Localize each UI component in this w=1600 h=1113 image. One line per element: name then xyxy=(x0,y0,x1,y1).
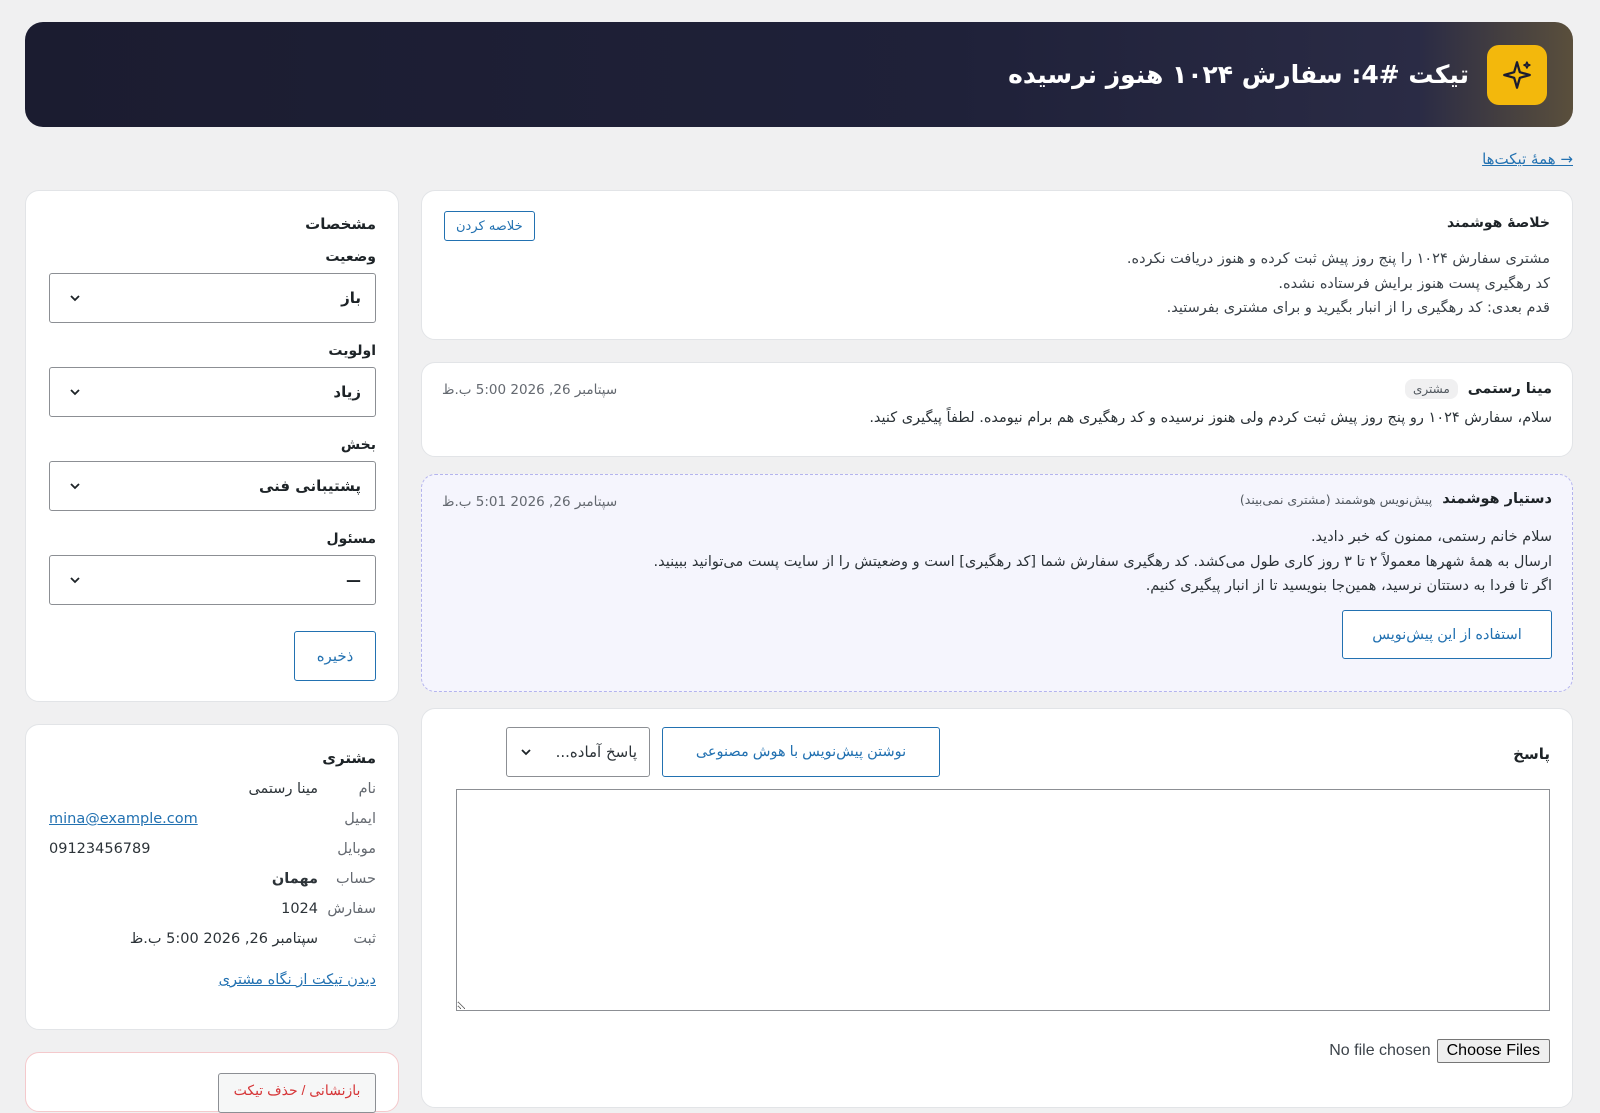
priority-value: زیاد xyxy=(333,383,361,401)
customer-row-account: حساب مهمان xyxy=(272,871,376,887)
status-label: وضعیت xyxy=(325,249,376,265)
customer-field-label: نام xyxy=(358,781,376,797)
assignee-select[interactable]: — xyxy=(49,555,376,605)
view-as-customer-link[interactable]: دیدن تیکت از نگاه مشتری xyxy=(219,972,376,988)
ai-draft-line: سلام خانم رستمی، ممنون که خبر دادید. xyxy=(1310,529,1552,545)
no-file-text: No file chosen xyxy=(1329,1042,1431,1059)
smart-summary-card: خلاصهٔ هوشمند خلاصه کردن مشتری سفارش ۱۰۲… xyxy=(421,190,1573,340)
choose-files-button[interactable]: Choose Files xyxy=(1436,1039,1550,1063)
summary-line: قدم بعدی: کد رهگیری را از انبار بگیرید و… xyxy=(1166,300,1550,316)
customer-name: مینا رستمی xyxy=(248,781,318,797)
page-title: تیکت #4: سفارش ۱۰۲۴ هنوز نرسیده xyxy=(1008,60,1469,89)
customer-title: مشتری xyxy=(322,749,376,767)
customer-mobile: 09123456789 xyxy=(49,841,151,857)
summary-text: مشتری سفارش ۱۰۲۴ را پنج روز پیش ثبت کرده… xyxy=(1127,247,1550,321)
properties-card: مشخصات وضعیت باز اولویت زیاد بخش پشتیبان… xyxy=(25,190,399,702)
customer-field-label: سفارش xyxy=(327,901,376,917)
reply-textarea[interactable] xyxy=(456,789,1550,1011)
customer-field-label: موبایل xyxy=(337,841,376,857)
ai-draft-line: ارسال به همهٔ شهرها معمولاً ۲ تا ۳ روز ک… xyxy=(653,553,1552,570)
message-author: مینا رستمی xyxy=(1467,381,1552,397)
file-input[interactable]: No file chosen Choose Files xyxy=(1329,1039,1550,1063)
department-value: پشتیبانی فنی xyxy=(258,477,361,495)
message-time: سپتامبر 26, 2026 5:00 ب.ظ xyxy=(442,382,618,398)
customer-row-name: نام مینا رستمی xyxy=(248,781,376,797)
assignee-label: مسئول xyxy=(326,531,376,547)
role-badge: مشتری xyxy=(1404,379,1458,399)
summary-line: مشتری سفارش ۱۰۲۴ را پنج روز پیش ثبت کرده… xyxy=(1126,251,1550,267)
customer-message: مینا رستمی مشتری سپتامبر 26, 2026 5:00 ب… xyxy=(421,362,1573,457)
customer-row-mobile: موبایل 09123456789 xyxy=(49,841,376,857)
chevron-down-icon xyxy=(70,389,80,396)
customer-account: مهمان xyxy=(271,871,318,887)
summary-title: خلاصهٔ هوشمند xyxy=(1446,215,1550,231)
priority-select[interactable]: زیاد xyxy=(49,367,376,417)
status-select[interactable]: باز xyxy=(49,273,376,323)
all-tickets-link[interactable]: → همهٔ تیکت‌ها xyxy=(1482,150,1573,168)
chevron-down-icon xyxy=(70,295,80,302)
ai-draft-body: سلام خانم رستمی، ممنون که خبر دادید. ارس… xyxy=(653,525,1552,599)
ai-draft-note: پیش‌نویس هوشمند (مشتری نمی‌بیند) xyxy=(1239,491,1433,507)
reply-card: پاسخ نوشتن پیش‌نویس با هوش مصنوعی پاسخ آ… xyxy=(421,708,1573,1108)
status-value: باز xyxy=(341,289,361,307)
page-header: تیکت #4: سفارش ۱۰۲۴ هنوز نرسیده xyxy=(25,22,1573,127)
danger-card: بازنشانی / حذف تیکت xyxy=(25,1052,399,1113)
reply-title: پاسخ xyxy=(1513,745,1550,763)
chevron-down-icon xyxy=(521,749,531,756)
ai-draft-button[interactable]: نوشتن پیش‌نویس با هوش مصنوعی xyxy=(662,727,940,777)
properties-title: مشخصات xyxy=(305,215,376,233)
customer-card: مشتری نام مینا رستمی ایمیل mina@example.… xyxy=(25,724,399,1030)
summarize-button[interactable]: خلاصه کردن xyxy=(444,211,535,241)
customer-field-label: ایمیل xyxy=(344,811,376,827)
customer-registered: سپتامبر 26, 2026 5:00 ب.ظ xyxy=(129,931,318,947)
customer-order: 1024 xyxy=(281,901,318,917)
use-draft-button[interactable]: استفاده از این پیش‌نویس xyxy=(1342,610,1552,659)
customer-row-email: ایمیل mina@example.com xyxy=(49,811,376,827)
sparkle-icon xyxy=(1487,44,1547,105)
customer-email-link[interactable]: mina@example.com xyxy=(49,811,318,827)
canned-reply-label: پاسخ آماده... xyxy=(555,743,637,761)
department-label: بخش xyxy=(340,437,376,453)
department-select[interactable]: پشتیبانی فنی xyxy=(49,461,376,511)
chevron-down-icon xyxy=(70,483,80,490)
customer-field-label: ثبت xyxy=(353,931,376,947)
ai-draft-time: سپتامبر 26, 2026 5:01 ب.ظ xyxy=(442,494,618,510)
ai-author: دستیار هوشمند xyxy=(1442,491,1552,507)
customer-field-label: حساب xyxy=(336,871,376,887)
assignee-value: — xyxy=(346,571,361,589)
save-button[interactable]: ذخیره xyxy=(294,631,376,681)
ai-draft-line: اگر تا فردا به دستتان نرسید، همین‌جا بنو… xyxy=(1145,578,1552,594)
danger-button[interactable]: بازنشانی / حذف تیکت xyxy=(218,1073,376,1113)
canned-reply-select[interactable]: پاسخ آماده... xyxy=(506,727,650,777)
priority-label: اولویت xyxy=(328,343,376,359)
customer-row-order: سفارش 1024 xyxy=(281,901,376,917)
chevron-down-icon xyxy=(70,577,80,584)
customer-row-registered: ثبت سپتامبر 26, 2026 5:00 ب.ظ xyxy=(130,931,376,947)
summary-line: کد رهگیری پست هنوز برایش فرستاده نشده. xyxy=(1278,275,1550,292)
ai-draft-message: دستیار هوشمند پیش‌نویس هوشمند (مشتری نمی… xyxy=(421,474,1573,692)
message-body: سلام، سفارش ۱۰۲۴ رو پنج روز پیش ثبت کردم… xyxy=(869,410,1552,426)
